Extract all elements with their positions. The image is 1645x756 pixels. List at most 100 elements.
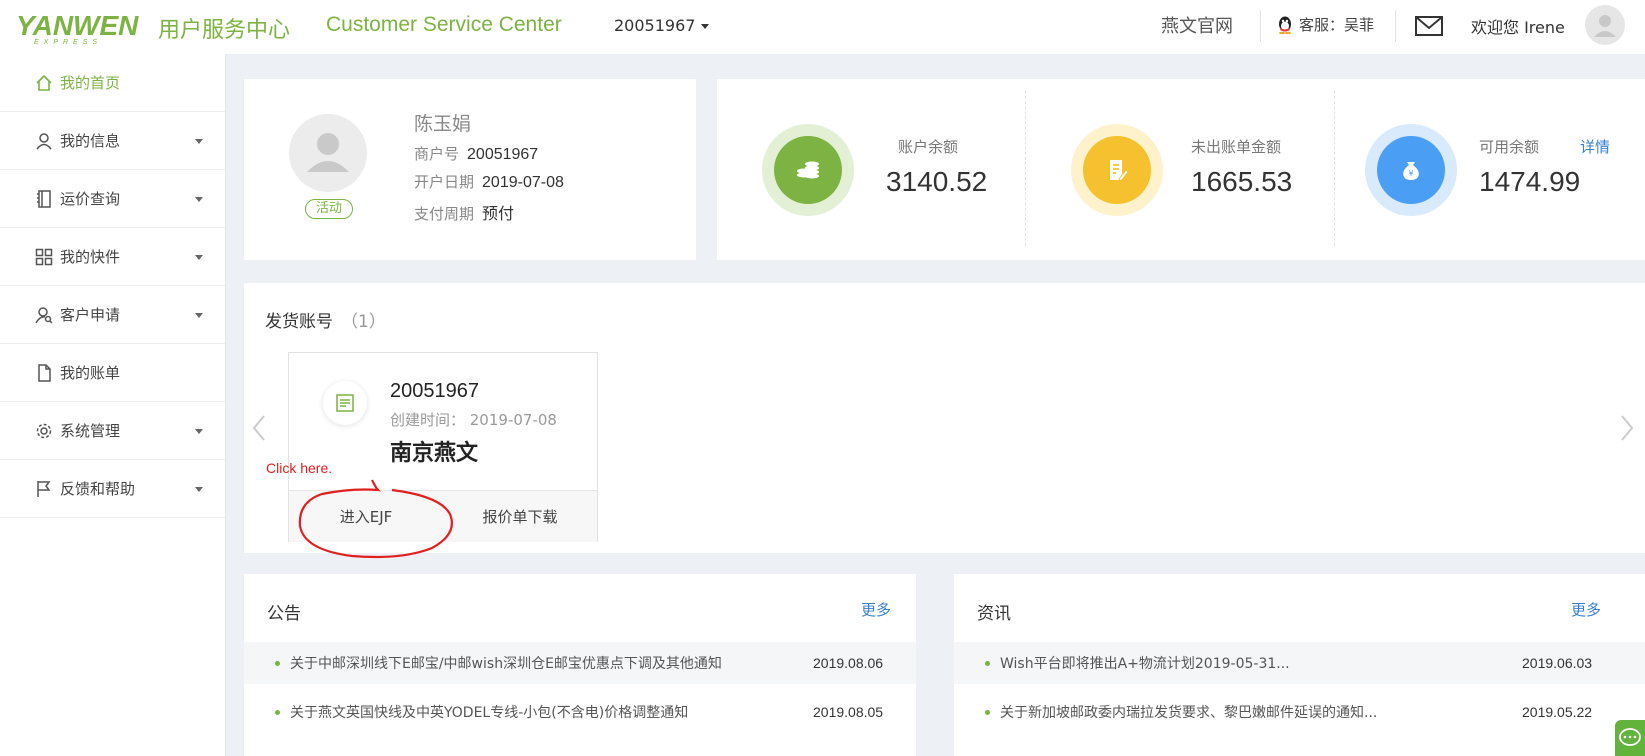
shipping-account-number: 20051967: [390, 380, 479, 402]
svg-text:YANWEN: YANWEN: [16, 10, 139, 41]
bill-edit-icon: [1110, 160, 1129, 182]
shipping-account-card: 20051967 创建时间： 2019-07-08 南京燕文 进入EJF 报价单…: [288, 352, 598, 542]
carousel-prev-arrow-icon[interactable]: [250, 408, 270, 448]
brand-en-title: Customer Service Center: [326, 13, 562, 36]
news-title: 资讯: [977, 604, 1011, 624]
sidebar-item-label: 我的快件: [60, 248, 121, 266]
official-site-link[interactable]: 燕文官网: [1161, 12, 1233, 38]
sidebar-item-label: 运价查询: [60, 190, 121, 208]
merchant-number-row: 商户号 20051967: [414, 143, 538, 164]
news-text: Wish平台即将推出A+物流计划2019-05-31...: [1000, 656, 1290, 672]
header-divider: [1395, 10, 1396, 42]
sidebar-item-my-parcels[interactable]: 我的快件: [0, 228, 225, 286]
welcome-text: 欢迎您 Irene: [1471, 18, 1565, 37]
caret-down-icon: [701, 24, 710, 29]
grid-icon: [35, 248, 53, 265]
caret-down-icon: [195, 139, 203, 144]
shipping-account-name: 南京燕文: [390, 441, 479, 466]
notice-panel: 公告 更多 关于中邮深圳线下E邮宝/中邮wish深圳仓E邮宝优惠点下调及其他通知…: [244, 574, 916, 756]
pay-cycle-label: 支付周期: [414, 205, 475, 223]
news-panel: 资讯 更多 Wish平台即将推出A+物流计划2019-05-31... 2019…: [954, 574, 1645, 756]
profile-card: 活动 陈玉娟 商户号 20051967 开户日期 2019-07-08 支付周期 预付: [244, 79, 696, 260]
sidebar-item-feedback-help[interactable]: 反馈和帮助: [0, 460, 225, 518]
account-dropdown-label: 20051967: [614, 16, 696, 35]
yanwen-logo[interactable]: YANWEN EXPRESS: [16, 9, 142, 45]
balance-divider: [1334, 91, 1335, 246]
caret-down-icon: [195, 487, 203, 492]
balance-card: 账户余额 3140.52 未出账单金额 1665.53 ¥ 可用余额 1474.…: [717, 79, 1645, 260]
brand-cn-title: 用户服务中心: [158, 18, 291, 43]
sidebar-item-label: 系统管理: [60, 422, 121, 440]
available-balance-label: 可用余额: [1479, 138, 1540, 156]
notice-date: 2019.08.05: [813, 704, 884, 720]
user-avatar[interactable]: [1585, 5, 1625, 45]
list-item[interactable]: 关于燕文英国快线及中英YODEL专线-小包(不含电)价格调整通知 2019.08…: [244, 691, 916, 733]
sidebar-item-label: 反馈和帮助: [60, 480, 136, 498]
account-dropdown[interactable]: 20051967: [614, 16, 710, 35]
merchant-number-label: 商户号: [414, 145, 460, 163]
list-item[interactable]: 关于新加坡邮政委内瑞拉发货要求、黎巴嫩邮件延误的通知... 2019.05.22: [954, 691, 1645, 733]
shipping-accounts-count: （1）: [341, 312, 386, 332]
sidebar-item-label: 我的信息: [60, 132, 121, 150]
svg-text:EXPRESS: EXPRESS: [34, 39, 102, 45]
balance-divider: [1025, 91, 1026, 246]
sidebar-item-my-info[interactable]: 我的信息: [0, 112, 225, 170]
caret-down-icon: [195, 255, 203, 260]
mail-icon[interactable]: [1414, 13, 1444, 39]
customer-service-label: 客服：吴菲: [1299, 16, 1375, 34]
unbilled-amount-value: 1665.53: [1191, 166, 1293, 197]
list-item[interactable]: 关于中邮深圳线下E邮宝/中邮wish深圳仓E邮宝优惠点下调及其他通知 2019.…: [244, 642, 916, 684]
shipping-accounts-title: 发货账号 （1）: [265, 307, 386, 332]
sidebar-item-label: 我的账单: [60, 364, 121, 382]
sidebar-item-home[interactable]: 我的首页: [0, 54, 225, 112]
open-date-value: 2019-07-08: [482, 174, 564, 191]
caret-down-icon: [195, 429, 203, 434]
unbilled-amount-label: 未出账单金额: [1191, 138, 1282, 156]
news-text: 关于新加坡邮政委内瑞拉发货要求、黎巴嫩邮件延误的通知...: [1000, 705, 1378, 721]
profile-name: 陈玉娟: [414, 113, 472, 135]
bullet-dot-icon: [985, 660, 990, 666]
bullet-dot-icon: [275, 660, 280, 666]
document-icon: [336, 394, 354, 412]
shipping-accounts-panel: 发货账号 （1） 20051967 创建时间： 2019-07-08 南京燕文 进…: [244, 283, 1645, 553]
shipping-account-actions: 进入EJF 报价单下载: [289, 490, 597, 542]
pay-cycle-row: 支付周期 预付: [414, 200, 514, 224]
news-more-link[interactable]: 更多: [1571, 599, 1601, 620]
news-date: 2019.06.03: [1522, 655, 1593, 671]
list-item[interactable]: Wish平台即将推出A+物流计划2019-05-31... 2019.06.03: [954, 642, 1645, 684]
enter-ejf-button[interactable]: 进入EJF: [289, 491, 443, 542]
pay-cycle-value: 预付: [482, 206, 515, 223]
sidebar-item-label: 我的首页: [60, 74, 121, 92]
top-header: YANWEN EXPRESS 用户服务中心 Customer Service C…: [0, 0, 1645, 54]
account-balance-badge: [762, 124, 854, 216]
notice-more-link[interactable]: 更多: [861, 599, 891, 620]
sidebar-item-system-settings[interactable]: 系统管理: [0, 402, 225, 460]
sidebar-item-label: 客户申请: [60, 306, 121, 324]
sidebar-item-rate-query[interactable]: 运价查询: [0, 170, 225, 228]
chat-button[interactable]: [1615, 720, 1645, 756]
annotation-text: Click here.: [266, 460, 333, 476]
gear-icon: [36, 423, 52, 438]
sidebar-nav: 我的首页 我的信息 运价查询 我的快件 客户申请 我的账单 系统管理 反馈和帮助: [0, 54, 226, 756]
notice-text: 关于中邮深圳线下E邮宝/中邮wish深圳仓E邮宝优惠点下调及其他通知: [290, 656, 722, 672]
open-date-label: 开户日期: [414, 173, 475, 191]
profile-avatar: [289, 114, 367, 192]
customer-service-link[interactable]: 客服：吴菲: [1275, 14, 1374, 35]
account-doc-badge: [323, 381, 367, 425]
sidebar-item-customer-apply[interactable]: 客户申请: [0, 286, 225, 344]
news-date: 2019.05.22: [1522, 704, 1593, 720]
coins-icon: [797, 161, 819, 179]
carousel-next-arrow-icon[interactable]: [1616, 408, 1636, 448]
sidebar-item-my-bills[interactable]: 我的账单: [0, 344, 225, 402]
balance-detail-link[interactable]: 详情: [1580, 136, 1610, 157]
shipping-accounts-title-text: 发货账号: [265, 312, 333, 332]
quote-download-button[interactable]: 报价单下载: [443, 491, 597, 542]
open-date-row: 开户日期 2019-07-08: [414, 171, 564, 192]
file-icon: [38, 363, 51, 382]
available-balance: ¥ 可用余额 1474.99: [1365, 79, 1580, 260]
available-balance-value: 1474.99: [1479, 166, 1581, 197]
user-avatar-icon: [307, 133, 349, 172]
unbilled-amount: 未出账单金额 1665.53: [1071, 79, 1331, 260]
account-balance-label: 账户余额: [898, 138, 959, 156]
notice-text: 关于燕文英国快线及中英YODEL专线-小包(不含电)价格调整通知: [290, 705, 689, 721]
